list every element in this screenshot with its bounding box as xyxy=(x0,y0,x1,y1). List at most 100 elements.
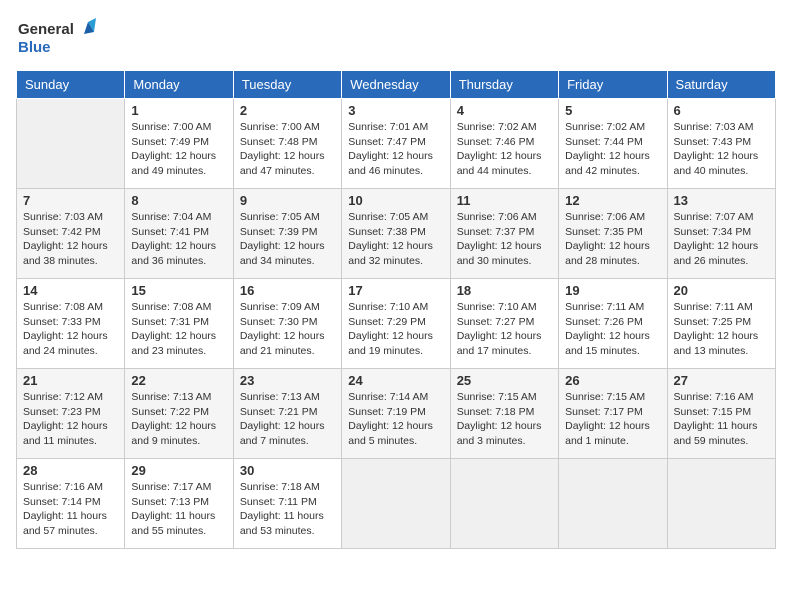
week-row-3: 14 Sunrise: 7:08 AM Sunset: 7:33 PM Dayl… xyxy=(17,279,776,369)
day-number: 10 xyxy=(348,193,443,208)
week-row-5: 28 Sunrise: 7:16 AM Sunset: 7:14 PM Dayl… xyxy=(17,459,776,549)
calendar-cell: 23 Sunrise: 7:13 AM Sunset: 7:21 PM Dayl… xyxy=(233,369,341,459)
day-number: 17 xyxy=(348,283,443,298)
week-row-4: 21 Sunrise: 7:12 AM Sunset: 7:23 PM Dayl… xyxy=(17,369,776,459)
calendar-cell: 7 Sunrise: 7:03 AM Sunset: 7:42 PM Dayli… xyxy=(17,189,125,279)
calendar-cell: 10 Sunrise: 7:05 AM Sunset: 7:38 PM Dayl… xyxy=(342,189,450,279)
day-number: 24 xyxy=(348,373,443,388)
calendar-cell: 18 Sunrise: 7:10 AM Sunset: 7:27 PM Dayl… xyxy=(450,279,558,369)
day-number: 8 xyxy=(131,193,226,208)
calendar-cell: 20 Sunrise: 7:11 AM Sunset: 7:25 PM Dayl… xyxy=(667,279,775,369)
day-number: 5 xyxy=(565,103,660,118)
calendar-cell: 29 Sunrise: 7:17 AM Sunset: 7:13 PM Dayl… xyxy=(125,459,233,549)
week-row-2: 7 Sunrise: 7:03 AM Sunset: 7:42 PM Dayli… xyxy=(17,189,776,279)
calendar-cell: 22 Sunrise: 7:13 AM Sunset: 7:22 PM Dayl… xyxy=(125,369,233,459)
day-info: Sunrise: 7:13 AM Sunset: 7:22 PM Dayligh… xyxy=(131,390,226,449)
day-info: Sunrise: 7:03 AM Sunset: 7:42 PM Dayligh… xyxy=(23,210,118,269)
day-info: Sunrise: 7:14 AM Sunset: 7:19 PM Dayligh… xyxy=(348,390,443,449)
day-number: 15 xyxy=(131,283,226,298)
day-number: 30 xyxy=(240,463,335,478)
day-number: 1 xyxy=(131,103,226,118)
calendar-cell xyxy=(667,459,775,549)
calendar-cell: 6 Sunrise: 7:03 AM Sunset: 7:43 PM Dayli… xyxy=(667,99,775,189)
calendar-cell xyxy=(17,99,125,189)
calendar-cell: 9 Sunrise: 7:05 AM Sunset: 7:39 PM Dayli… xyxy=(233,189,341,279)
day-number: 27 xyxy=(674,373,769,388)
calendar-cell: 30 Sunrise: 7:18 AM Sunset: 7:11 PM Dayl… xyxy=(233,459,341,549)
day-info: Sunrise: 7:06 AM Sunset: 7:35 PM Dayligh… xyxy=(565,210,660,269)
day-header-thursday: Thursday xyxy=(450,71,558,99)
day-number: 14 xyxy=(23,283,118,298)
day-info: Sunrise: 7:13 AM Sunset: 7:21 PM Dayligh… xyxy=(240,390,335,449)
day-info: Sunrise: 7:17 AM Sunset: 7:13 PM Dayligh… xyxy=(131,480,226,539)
day-number: 22 xyxy=(131,373,226,388)
day-header-sunday: Sunday xyxy=(17,71,125,99)
calendar-cell: 16 Sunrise: 7:09 AM Sunset: 7:30 PM Dayl… xyxy=(233,279,341,369)
day-number: 21 xyxy=(23,373,118,388)
day-number: 20 xyxy=(674,283,769,298)
day-number: 7 xyxy=(23,193,118,208)
day-info: Sunrise: 7:12 AM Sunset: 7:23 PM Dayligh… xyxy=(23,390,118,449)
day-info: Sunrise: 7:10 AM Sunset: 7:29 PM Dayligh… xyxy=(348,300,443,359)
calendar-cell: 14 Sunrise: 7:08 AM Sunset: 7:33 PM Dayl… xyxy=(17,279,125,369)
day-info: Sunrise: 7:08 AM Sunset: 7:31 PM Dayligh… xyxy=(131,300,226,359)
day-header-friday: Friday xyxy=(559,71,667,99)
calendar-cell: 17 Sunrise: 7:10 AM Sunset: 7:29 PM Dayl… xyxy=(342,279,450,369)
day-info: Sunrise: 7:06 AM Sunset: 7:37 PM Dayligh… xyxy=(457,210,552,269)
day-info: Sunrise: 7:02 AM Sunset: 7:44 PM Dayligh… xyxy=(565,120,660,179)
calendar-cell xyxy=(342,459,450,549)
day-info: Sunrise: 7:01 AM Sunset: 7:47 PM Dayligh… xyxy=(348,120,443,179)
day-info: Sunrise: 7:02 AM Sunset: 7:46 PM Dayligh… xyxy=(457,120,552,179)
page-header: General Blue xyxy=(16,16,776,60)
day-number: 12 xyxy=(565,193,660,208)
calendar-cell: 3 Sunrise: 7:01 AM Sunset: 7:47 PM Dayli… xyxy=(342,99,450,189)
day-number: 18 xyxy=(457,283,552,298)
svg-text:Blue: Blue xyxy=(18,39,51,56)
day-number: 23 xyxy=(240,373,335,388)
calendar-cell xyxy=(450,459,558,549)
day-info: Sunrise: 7:05 AM Sunset: 7:39 PM Dayligh… xyxy=(240,210,335,269)
day-info: Sunrise: 7:07 AM Sunset: 7:34 PM Dayligh… xyxy=(674,210,769,269)
day-info: Sunrise: 7:11 AM Sunset: 7:25 PM Dayligh… xyxy=(674,300,769,359)
day-number: 4 xyxy=(457,103,552,118)
day-info: Sunrise: 7:11 AM Sunset: 7:26 PM Dayligh… xyxy=(565,300,660,359)
calendar-cell: 4 Sunrise: 7:02 AM Sunset: 7:46 PM Dayli… xyxy=(450,99,558,189)
day-number: 28 xyxy=(23,463,118,478)
day-info: Sunrise: 7:15 AM Sunset: 7:18 PM Dayligh… xyxy=(457,390,552,449)
day-number: 29 xyxy=(131,463,226,478)
calendar-table: SundayMondayTuesdayWednesdayThursdayFrid… xyxy=(16,70,776,549)
calendar-cell: 15 Sunrise: 7:08 AM Sunset: 7:31 PM Dayl… xyxy=(125,279,233,369)
day-header-monday: Monday xyxy=(125,71,233,99)
calendar-cell: 12 Sunrise: 7:06 AM Sunset: 7:35 PM Dayl… xyxy=(559,189,667,279)
week-row-1: 1 Sunrise: 7:00 AM Sunset: 7:49 PM Dayli… xyxy=(17,99,776,189)
day-info: Sunrise: 7:16 AM Sunset: 7:15 PM Dayligh… xyxy=(674,390,769,449)
day-info: Sunrise: 7:03 AM Sunset: 7:43 PM Dayligh… xyxy=(674,120,769,179)
calendar-cell: 5 Sunrise: 7:02 AM Sunset: 7:44 PM Dayli… xyxy=(559,99,667,189)
calendar-cell: 25 Sunrise: 7:15 AM Sunset: 7:18 PM Dayl… xyxy=(450,369,558,459)
day-number: 9 xyxy=(240,193,335,208)
day-info: Sunrise: 7:08 AM Sunset: 7:33 PM Dayligh… xyxy=(23,300,118,359)
calendar-cell: 1 Sunrise: 7:00 AM Sunset: 7:49 PM Dayli… xyxy=(125,99,233,189)
day-info: Sunrise: 7:00 AM Sunset: 7:48 PM Dayligh… xyxy=(240,120,335,179)
logo: General Blue xyxy=(16,16,96,60)
day-number: 16 xyxy=(240,283,335,298)
calendar-cell: 13 Sunrise: 7:07 AM Sunset: 7:34 PM Dayl… xyxy=(667,189,775,279)
logo-svg: General Blue xyxy=(16,16,96,60)
day-header-saturday: Saturday xyxy=(667,71,775,99)
svg-text:General: General xyxy=(18,21,74,38)
day-info: Sunrise: 7:15 AM Sunset: 7:17 PM Dayligh… xyxy=(565,390,660,449)
day-number: 25 xyxy=(457,373,552,388)
day-number: 26 xyxy=(565,373,660,388)
day-number: 11 xyxy=(457,193,552,208)
day-info: Sunrise: 7:18 AM Sunset: 7:11 PM Dayligh… xyxy=(240,480,335,539)
calendar-cell: 26 Sunrise: 7:15 AM Sunset: 7:17 PM Dayl… xyxy=(559,369,667,459)
day-number: 19 xyxy=(565,283,660,298)
calendar-cell: 19 Sunrise: 7:11 AM Sunset: 7:26 PM Dayl… xyxy=(559,279,667,369)
day-number: 13 xyxy=(674,193,769,208)
calendar-cell: 2 Sunrise: 7:00 AM Sunset: 7:48 PM Dayli… xyxy=(233,99,341,189)
calendar-cell: 27 Sunrise: 7:16 AM Sunset: 7:15 PM Dayl… xyxy=(667,369,775,459)
day-info: Sunrise: 7:00 AM Sunset: 7:49 PM Dayligh… xyxy=(131,120,226,179)
day-info: Sunrise: 7:09 AM Sunset: 7:30 PM Dayligh… xyxy=(240,300,335,359)
day-info: Sunrise: 7:10 AM Sunset: 7:27 PM Dayligh… xyxy=(457,300,552,359)
day-number: 6 xyxy=(674,103,769,118)
